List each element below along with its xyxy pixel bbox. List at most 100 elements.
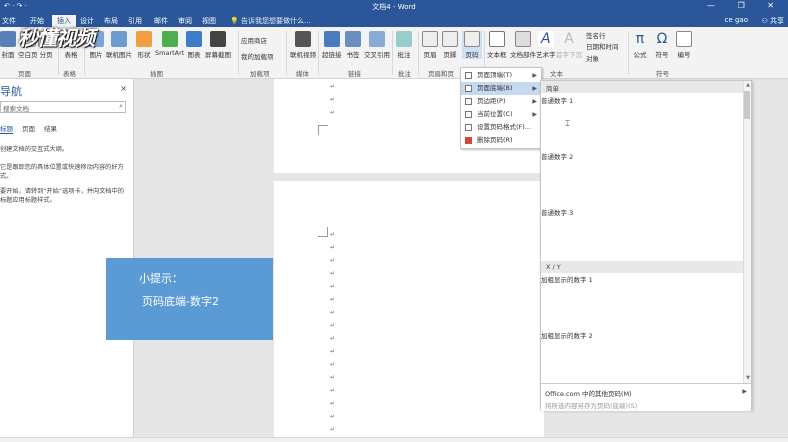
store-button[interactable]: 应用商店 [241, 35, 267, 45]
chart-icon [186, 31, 202, 47]
group-tables: 表格 [63, 70, 76, 78]
scroll-thumb[interactable] [744, 91, 750, 119]
gallery-item-bold-2[interactable]: 加粗显示的数字 2 [541, 330, 593, 340]
page-number-icon [464, 31, 480, 47]
wordart-button[interactable]: A 艺术字 [536, 31, 556, 59]
cross-reference-button[interactable]: 交叉引用 [364, 31, 390, 59]
header-icon [422, 31, 438, 47]
gallery-section-xy: X / Y [541, 261, 745, 273]
window-controls[interactable]: — ❐ ✕ [707, 1, 784, 10]
tab-headings[interactable]: 标题 [0, 123, 13, 134]
chevron-right-icon: ▶ [742, 388, 747, 395]
tell-me-box[interactable]: 💡 告诉我您想要做什么... [230, 16, 311, 26]
gallery-section-simple: 简单 [541, 81, 745, 93]
format-icon [465, 124, 472, 131]
hyperlink-button[interactable]: 超链接 [322, 31, 342, 59]
nav-hint-2: 它是跟踪您的具体位置或快速移动内容的好方式。 [0, 164, 124, 180]
scroll-up-icon[interactable]: ▲ [746, 82, 750, 88]
cross-reference-icon [369, 31, 385, 47]
user-name[interactable]: ce gao [725, 16, 748, 24]
footer-button[interactable]: 页脚 [442, 31, 458, 59]
tab-layout[interactable]: 布局 [104, 16, 118, 26]
menu-item-format-page-numbers[interactable]: 设置页码格式(F)... [461, 121, 541, 134]
page-icon [465, 111, 472, 118]
gallery-item-plain-3[interactable]: 普通数字 3 [541, 207, 573, 217]
textbox-button[interactable]: 文本框 [487, 31, 507, 59]
page-number-menu: 页面顶端(T) ▶ 页面底端(B) ▶ 页边距(P) ▶ 当前位置(C) ▶ 设置页码格… [460, 67, 542, 149]
group-addins: 加载项 [250, 70, 270, 78]
close-icon[interactable]: × [120, 84, 127, 93]
pi-icon: π [632, 31, 648, 47]
nav-hint-3: 要开始，请转到“开始”选项卡，并向文档中的标题应用标题样式。 [0, 188, 124, 204]
tip-box: 小提示： 页码底端-数字2 [106, 258, 273, 340]
hyperlink-icon [323, 31, 340, 47]
nav-title: 导航 [0, 85, 22, 98]
group-pages: 页面 [18, 70, 31, 78]
object-button[interactable]: 对象 [586, 53, 599, 63]
chart-button[interactable]: 图表 [186, 31, 202, 59]
title-bar: ↶ · ↷ · 文档4 - Word — ❐ ✕ [0, 0, 788, 14]
gallery-footer: Office.com 中的其他页码(M) ▶ 将所选内容另存为页码(底端)(S) [541, 383, 751, 411]
equation-button[interactable]: π 公式 [632, 31, 648, 59]
shapes-button[interactable]: 形状 [136, 31, 152, 59]
date-time-button[interactable]: 日期和时间 [586, 41, 619, 51]
document-page[interactable]: ↵ ↵ ↵ ↵ ↵ ↵ ↵ ↵ ↵ ↵ ↵ ↵ ↵ ↵ ↵ ↵ [274, 181, 544, 441]
scroll-down-icon[interactable]: ▼ [746, 375, 750, 381]
gallery-scrollbar[interactable]: ▲ ▼ [743, 81, 751, 383]
page-icon [465, 85, 472, 92]
omega-icon: Ω [654, 31, 670, 47]
delete-icon [465, 137, 472, 144]
drop-cap-icon: A [561, 31, 577, 47]
watermark-logo: 秒懂视频 [18, 26, 95, 50]
online-picture-icon [111, 31, 127, 47]
tab-review[interactable]: 审阅 [178, 16, 192, 26]
group-text: 文本 [550, 70, 563, 78]
bookmark-button[interactable]: 书签 [345, 31, 361, 59]
chevron-right-icon: ▶ [532, 98, 537, 105]
tab-view[interactable]: 视图 [202, 16, 216, 26]
status-bar [0, 437, 788, 442]
gallery-item-plain-1[interactable]: 普通数字 1 [541, 95, 573, 105]
search-input[interactable]: 搜索文档 ⌕ [0, 101, 126, 113]
comment-button[interactable]: 批注 [396, 31, 412, 59]
wordart-icon: A [537, 31, 554, 47]
tab-pages[interactable]: 页面 [22, 123, 35, 133]
symbol-button[interactable]: Ω 符号 [654, 31, 670, 59]
group-comments: 批注 [398, 70, 411, 78]
more-from-office-link[interactable]: Office.com 中的其他页码(M) [545, 388, 632, 398]
smartart-button[interactable]: SmartArt [155, 31, 184, 57]
online-video-button[interactable]: 联机视频 [290, 31, 316, 59]
menu-item-bottom-of-page[interactable]: 页面底端(B) ▶ [461, 82, 541, 95]
doc-parts-button[interactable]: 文档部件 [510, 31, 536, 59]
share-button[interactable]: ⚇ 共享 [761, 16, 784, 26]
page-icon [465, 72, 472, 79]
page-number-button[interactable]: 页码 [462, 31, 482, 59]
cover-button[interactable]: 封面 [0, 31, 16, 59]
menu-item-remove-page-numbers[interactable]: 删除页码(R) [461, 134, 541, 147]
tab-results[interactable]: 结果 [44, 123, 57, 133]
page-icon [465, 98, 472, 105]
number-icon [676, 31, 692, 47]
menu-item-page-margins[interactable]: 页边距(P) ▶ [461, 95, 541, 108]
group-header-footer: 页眉和页 [428, 70, 454, 78]
tab-file[interactable]: 文件 [2, 16, 16, 26]
chevron-right-icon: ▶ [532, 111, 537, 118]
menu-item-top-of-page[interactable]: 页面顶端(T) ▶ [461, 69, 541, 82]
gallery-item-bold-1[interactable]: 加粗显示的数字 1 [541, 274, 593, 284]
search-icon[interactable]: ⌕ [119, 102, 123, 111]
page-number-gallery: 简单 普通数字 1 ⌶ 普通数字 2 普通数字 3 X / Y 加粗显示的数字 … [540, 80, 752, 411]
online-picture-button[interactable]: 联机图片 [106, 31, 132, 59]
gallery-item-plain-2[interactable]: 普通数字 2 [541, 151, 573, 161]
header-button[interactable]: 页眉 [422, 31, 438, 59]
menu-item-current-position[interactable]: 当前位置(C) ▶ [461, 108, 541, 121]
screenshot-button[interactable]: 屏幕截图 [205, 31, 231, 59]
my-addins-button[interactable]: 我的加载项 [241, 51, 274, 61]
tab-mailings[interactable]: 邮件 [154, 16, 168, 26]
ribbon-tabs: 文件 开始 插入 设计 布局 引用 邮件 审阅 视图 💡 告诉我您想要做什么..… [0, 14, 788, 27]
tab-references[interactable]: 引用 [128, 16, 142, 26]
footer-icon [442, 31, 458, 47]
drop-cap-button[interactable]: A 首字下沉 [556, 31, 582, 59]
signature-line-button[interactable]: 签名行 [586, 30, 606, 40]
number-button[interactable]: 编号 [676, 31, 692, 59]
window-title: 文档4 - Word [372, 3, 416, 11]
